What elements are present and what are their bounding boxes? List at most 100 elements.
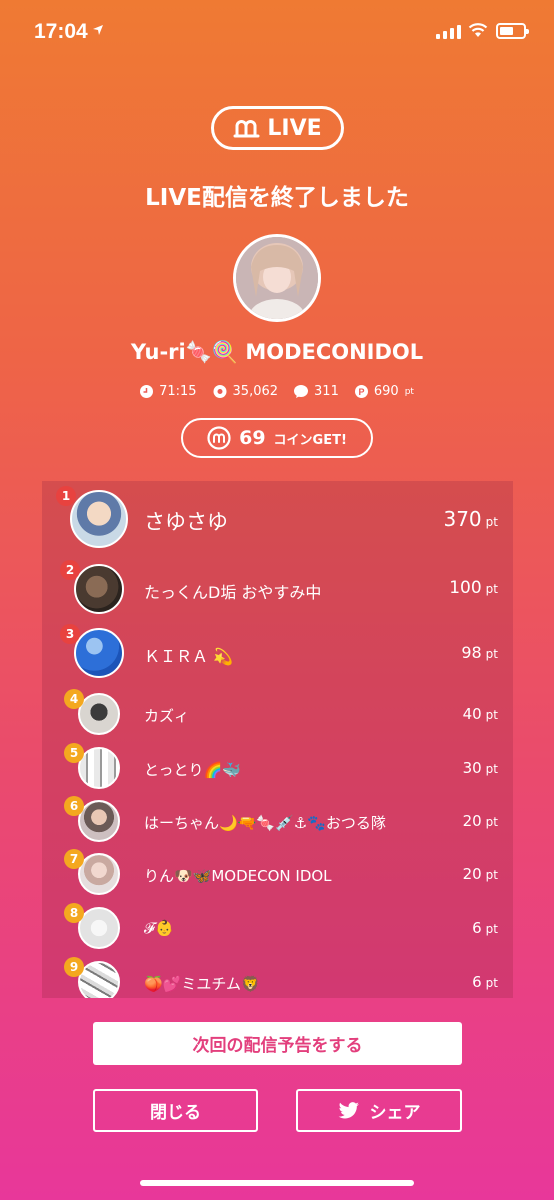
ranking-name: 𝓕👶 bbox=[144, 919, 174, 937]
stat-comments: 311 bbox=[294, 384, 339, 399]
stat-points-value: 690 bbox=[373, 384, 399, 399]
ranking-name: 🍑💕ミユチム🦁 bbox=[144, 975, 260, 993]
stats-row: 71:15 35,062 311 P 690 pt bbox=[0, 384, 554, 399]
ranking-points: 20 pt bbox=[463, 865, 498, 883]
ranking-avatar[interactable] bbox=[78, 693, 120, 735]
live-badge: LIVE bbox=[211, 106, 344, 150]
ranking-points-value: 6 bbox=[472, 919, 482, 937]
ranking-points-unit: pt bbox=[485, 515, 498, 529]
ranking-row[interactable]: 4 カズィ 40 pt bbox=[42, 687, 513, 741]
ranking-row[interactable]: 3 ＫＩＲＡ 💫 98 pt bbox=[42, 621, 513, 685]
ranking-points: 98 pt bbox=[461, 643, 498, 662]
twitter-bird-icon bbox=[338, 1101, 359, 1118]
stat-points: P 690 pt bbox=[354, 384, 414, 399]
ranking-name: はーちゃん🌙🔫🍬💉⚓🐾おつる隊 bbox=[144, 814, 386, 832]
status-bar: 17:04 bbox=[0, 0, 554, 64]
ranking-points-unit: pt bbox=[485, 868, 498, 882]
ranking-avatar[interactable] bbox=[78, 907, 120, 949]
ranking-row[interactable]: 6 はーちゃん🌙🔫🍬💉⚓🐾おつる隊 20 pt bbox=[42, 794, 513, 848]
ranking-row[interactable]: 5 とっとり🌈🐳 30 pt bbox=[42, 741, 513, 795]
ranking-points-value: 20 bbox=[462, 865, 482, 883]
share-button[interactable]: シェア bbox=[296, 1089, 462, 1132]
ranking-points: 20 pt bbox=[463, 812, 498, 830]
ranking-points-value: 20 bbox=[462, 812, 482, 830]
rank-badge: 7 bbox=[64, 849, 84, 869]
clock-icon bbox=[140, 385, 154, 398]
ranking-name: カズィ bbox=[144, 707, 190, 725]
stat-comments-value: 311 bbox=[314, 384, 339, 399]
ranking-row[interactable]: 8 𝓕👶 6 pt bbox=[42, 901, 513, 955]
coin-amount: 69 bbox=[239, 427, 266, 449]
ranking-points-value: 6 bbox=[472, 973, 482, 991]
ranking-points: 6 pt bbox=[472, 973, 498, 991]
host-avatar bbox=[233, 234, 321, 322]
rank-badge: 4 bbox=[64, 689, 84, 709]
coin-icon bbox=[207, 426, 231, 450]
ranking-avatar[interactable] bbox=[74, 564, 124, 614]
schedule-next-live-button[interactable]: 次回の配信予告をする bbox=[93, 1022, 462, 1065]
stat-viewers-value: 35,062 bbox=[232, 384, 279, 399]
svg-text:P: P bbox=[358, 387, 364, 397]
ranking-points-value: 30 bbox=[462, 759, 482, 777]
coin-suffix: コインGET! bbox=[273, 432, 347, 448]
ranking-points: 370 pt bbox=[443, 507, 498, 531]
close-button[interactable]: 閉じる bbox=[93, 1089, 258, 1132]
rank-badge: 6 bbox=[64, 796, 84, 816]
ranking-points-unit: pt bbox=[485, 582, 498, 596]
ranking-row[interactable]: 1 さゆさゆ 370 pt bbox=[42, 485, 513, 553]
signal-icon bbox=[436, 24, 461, 39]
ranking-points-value: 98 bbox=[461, 643, 482, 662]
ranking-points: 6 pt bbox=[472, 919, 498, 937]
gift-ranking-list[interactable]: 1 さゆさゆ 370 pt 2 たっくんD垢 おやすみ中 100 pt 3 ＫＩＲＡ 💫 98 pt 4… bbox=[42, 481, 513, 998]
ranking-points-unit: pt bbox=[485, 708, 498, 722]
point-icon: P bbox=[354, 385, 368, 398]
eye-icon bbox=[213, 385, 227, 398]
ranking-name: さゆさゆ bbox=[144, 510, 228, 534]
status-time: 17:04 bbox=[34, 20, 88, 43]
ranking-points-value: 100 bbox=[449, 578, 482, 598]
host-name: Yu-ri🍬🍭 MODECONIDOL bbox=[130, 340, 424, 364]
ranking-points-value: 40 bbox=[462, 705, 482, 723]
ranking-points-unit: pt bbox=[485, 922, 498, 936]
ranking-points: 30 pt bbox=[463, 759, 498, 777]
stat-points-unit: pt bbox=[404, 386, 414, 397]
ranking-avatar[interactable] bbox=[78, 961, 120, 998]
ranking-points-unit: pt bbox=[485, 762, 498, 776]
wifi-icon bbox=[468, 23, 488, 37]
ranking-avatar[interactable] bbox=[74, 628, 124, 678]
m-logo-icon bbox=[233, 120, 260, 138]
ranking-name: りん🐶🦋MODECON IDOL bbox=[144, 867, 332, 885]
ranking-row[interactable]: 9 🍑💕ミユチム🦁 6 pt bbox=[42, 955, 513, 998]
battery-icon bbox=[496, 23, 529, 39]
ranking-name: とっとり🌈🐳 bbox=[144, 761, 241, 779]
rank-badge: 3 bbox=[60, 624, 80, 644]
ranking-avatar[interactable] bbox=[78, 800, 120, 842]
ranking-avatar[interactable] bbox=[78, 853, 120, 895]
ranking-row[interactable]: 7 りん🐶🦋MODECON IDOL 20 pt bbox=[42, 847, 513, 901]
stat-duration-value: 71:15 bbox=[159, 384, 197, 399]
ranking-row[interactable]: 2 たっくんD垢 おやすみ中 100 pt bbox=[42, 557, 513, 621]
ranking-points-value: 370 bbox=[443, 507, 482, 531]
ranking-name: たっくんD垢 おやすみ中 bbox=[144, 583, 322, 602]
page-title: LIVE配信を終了しました bbox=[145, 185, 409, 211]
stat-duration: 71:15 bbox=[140, 384, 197, 399]
rank-badge: 1 bbox=[56, 486, 76, 506]
rank-badge: 8 bbox=[64, 903, 84, 923]
location-arrow-icon bbox=[93, 25, 103, 35]
comment-icon bbox=[294, 385, 309, 398]
home-indicator bbox=[140, 1180, 414, 1186]
ranking-points-unit: pt bbox=[485, 647, 498, 661]
ranking-points-unit: pt bbox=[485, 976, 498, 990]
ranking-points-unit: pt bbox=[485, 815, 498, 829]
ranking-avatar[interactable] bbox=[78, 747, 120, 789]
ranking-points: 100 pt bbox=[449, 578, 498, 598]
stat-viewers: 35,062 bbox=[213, 384, 279, 399]
ranking-points: 40 pt bbox=[463, 705, 498, 723]
live-label: LIVE bbox=[267, 115, 322, 141]
ranking-name: ＫＩＲＡ 💫 bbox=[144, 647, 234, 666]
ranking-avatar[interactable] bbox=[70, 490, 128, 548]
rank-badge: 2 bbox=[60, 560, 80, 580]
rank-badge: 5 bbox=[64, 743, 84, 763]
rank-badge: 9 bbox=[64, 957, 84, 977]
share-label: シェア bbox=[369, 1103, 421, 1123]
